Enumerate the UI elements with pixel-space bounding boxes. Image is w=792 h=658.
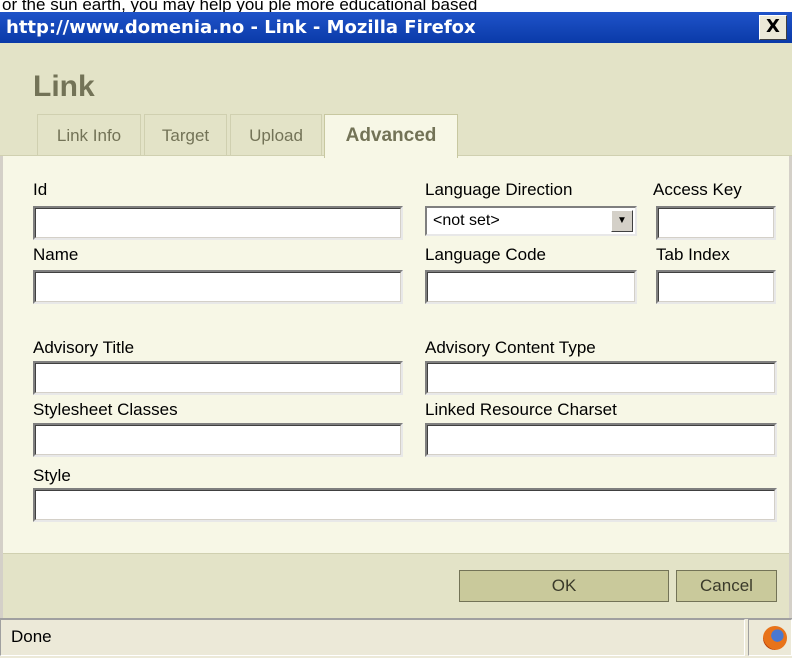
linked-resource-charset-label: Linked Resource Charset <box>425 400 617 419</box>
tab-advanced[interactable]: Advanced <box>324 114 458 158</box>
tab-index-input[interactable] <box>656 270 776 304</box>
language-direction-label: Language Direction <box>425 180 573 199</box>
tab-target[interactable]: Target <box>144 114 227 156</box>
style-label: Style <box>33 466 71 485</box>
dialog-footer <box>3 553 789 619</box>
name-label: Name <box>33 245 79 264</box>
cancel-button[interactable]: Cancel <box>676 570 777 602</box>
status-bar: Done <box>0 618 792 658</box>
advisory-title-label: Advisory Title <box>33 338 135 357</box>
style-input[interactable] <box>33 488 777 522</box>
dialog-heading: Link <box>33 70 95 103</box>
language-code-input[interactable] <box>425 270 637 304</box>
stylesheet-classes-input[interactable] <box>33 423 403 457</box>
id-label: Id <box>33 180 48 199</box>
tab-upload[interactable]: Upload <box>230 114 322 156</box>
language-direction-select[interactable]: <not set> ▼ <box>425 206 637 236</box>
access-key-input[interactable] <box>656 206 776 240</box>
advisory-content-type-input[interactable] <box>425 361 777 395</box>
status-icon-box <box>748 619 792 656</box>
advisory-content-type-label: Advisory Content Type <box>425 338 596 357</box>
language-code-label: Language Code <box>425 245 547 264</box>
window-title: http://www.domenia.no - Link - Mozilla F… <box>6 17 476 38</box>
status-text: Done <box>0 619 745 656</box>
access-key-label: Access Key <box>653 180 742 199</box>
window-titlebar: http://www.domenia.no - Link - Mozilla F… <box>0 12 792 43</box>
language-direction-value: <not set> <box>433 212 500 229</box>
id-input[interactable] <box>33 206 403 240</box>
advisory-title-input[interactable] <box>33 361 403 395</box>
stylesheet-classes-label: Stylesheet Classes <box>33 400 178 419</box>
name-input[interactable] <box>33 270 403 304</box>
close-button[interactable]: X <box>759 15 787 40</box>
firefox-icon <box>763 626 787 650</box>
ok-button[interactable]: OK <box>459 570 669 602</box>
linked-resource-charset-input[interactable] <box>425 423 777 457</box>
chevron-down-icon[interactable]: ▼ <box>611 210 633 232</box>
tab-link-info[interactable]: Link Info <box>37 114 141 156</box>
tab-index-label: Tab Index <box>656 245 730 264</box>
